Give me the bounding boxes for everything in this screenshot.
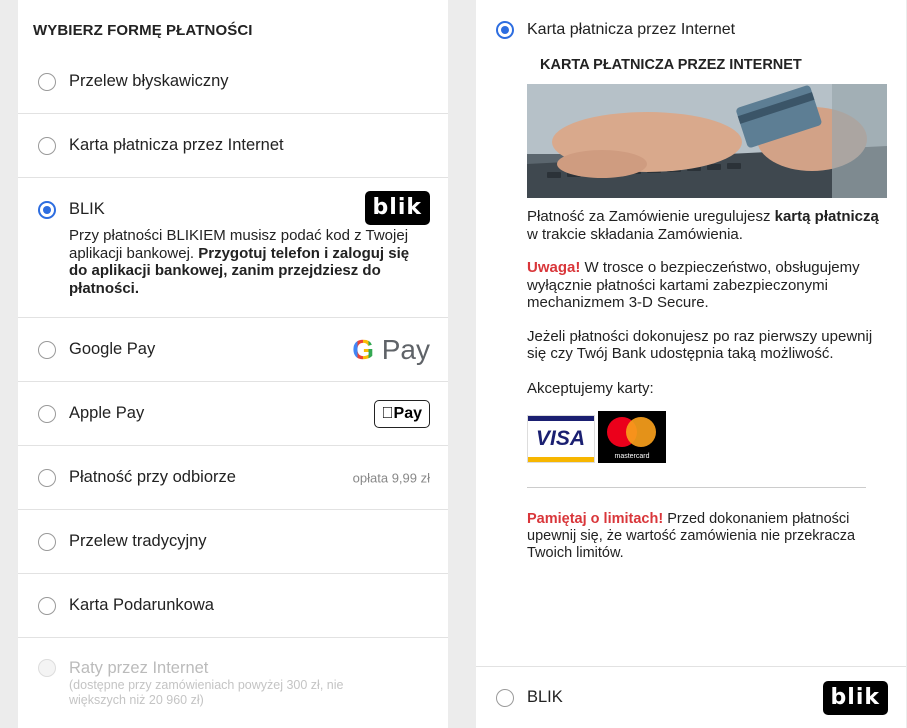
raty-note: (dostępne przy zamówieniach powyżej 300 …: [69, 678, 448, 708]
radio-button[interactable]: [38, 468, 56, 487]
payment-option-label: Karta płatnicza przez Internet: [527, 21, 736, 38]
radio-button-selected[interactable]: [496, 21, 514, 39]
limit-label: Pamiętaj o limitach!: [527, 511, 664, 527]
raty-note-line: (dostępne przy zamówieniach powyżej 300 …: [69, 678, 344, 692]
radio-button[interactable]: [38, 136, 56, 155]
payment-option-label: Apple Pay: [69, 404, 145, 422]
payment-option-label: Raty przez Internet: [69, 658, 209, 677]
hand-with-card-image: [527, 84, 887, 198]
radio-button-selected[interactable]: [38, 200, 56, 219]
cod-fee: opłata 9,99 zł: [352, 470, 430, 485]
card-payment-detail-panel: Karta płatnicza przez Internet KARTA PŁA…: [476, 0, 906, 728]
info-text: w trakcie składania Zamówienia.: [527, 225, 743, 243]
accepted-cards: VISA mastercard: [527, 411, 886, 463]
apple-pay-text: Pay: [393, 404, 422, 422]
payment-option-karta-platnicza[interactable]: Karta płatnicza przez Internet: [18, 114, 448, 178]
divider: [527, 487, 866, 488]
payment-option-label: Przelew tradycyjny: [69, 532, 207, 550]
info-text-bold: kartą płatniczą: [774, 208, 879, 225]
payment-option-label: BLIK: [69, 200, 105, 218]
payment-option-przelew-tradycyjny[interactable]: Przelew tradycyjny: [18, 510, 448, 574]
radio-button[interactable]: [38, 72, 56, 91]
blik-logo-icon: blik: [364, 191, 430, 225]
info-text: Płatność za Zamówienie uregulujesz: [527, 208, 775, 225]
card-payment-photo: [527, 84, 887, 198]
payment-option-label: Karta Podarunkowa: [69, 596, 214, 614]
payment-option-apple-pay[interactable]: Apple Pay Pay: [18, 382, 448, 446]
first-payment-note: Jeżeli płatności dokonujesz po raz pierw…: [527, 327, 873, 363]
security-warning: Uwaga! W trosce o bezpieczeństwo, obsług…: [527, 259, 886, 312]
payment-option-google-pay[interactable]: Google Pay G Pay: [18, 318, 448, 382]
limit-notice: Pamiętaj o limitach! Przed dokonaniem pł…: [527, 511, 886, 562]
mastercard-text: mastercard: [614, 453, 650, 460]
payment-option-label: Płatność przy odbiorze: [69, 468, 236, 486]
card-payment-info: Płatność za Zamówienie uregulujesz kartą…: [527, 208, 886, 243]
payment-option-label: Karta płatnicza przez Internet: [69, 136, 284, 154]
payment-option-karta-podarunkowa[interactable]: Karta Podarunkowa: [18, 574, 448, 638]
radio-button[interactable]: [496, 688, 514, 707]
mastercard-logo-icon: mastercard: [598, 411, 666, 463]
visa-text: VISA: [536, 427, 586, 450]
apple-pay-logo-icon: Pay: [373, 399, 430, 428]
blik-logo-icon: blik: [822, 680, 888, 715]
warning-label: Uwaga!: [527, 259, 581, 276]
visa-logo-icon: VISA: [527, 415, 595, 463]
payment-section-title: WYBIERZ FORMĘ PŁATNOŚCI: [33, 22, 253, 39]
payment-option-blik[interactable]: BLIK blik Przy płatności BLIKIEM musisz …: [18, 178, 448, 318]
radio-button[interactable]: [38, 404, 56, 423]
payment-option-label: Przelew błyskawiczny: [69, 72, 229, 90]
google-pay-text: Pay: [373, 333, 430, 365]
payment-option-przelew-blyskawiczny[interactable]: Przelew błyskawiczny: [18, 50, 448, 114]
payment-method-panel: WYBIERZ FORMĘ PŁATNOŚCI Przelew błyskawi…: [18, 0, 448, 728]
google-pay-logo-icon: G Pay: [352, 334, 430, 366]
payment-option-raty: Raty przez Internet (dostępne przy zamów…: [18, 638, 448, 708]
payment-option-label: BLIK: [527, 688, 563, 706]
radio-button[interactable]: [38, 596, 56, 615]
card-section-title: KARTA PŁATNICZA PRZEZ INTERNET: [540, 57, 802, 73]
radio-button-disabled: [38, 659, 56, 677]
radio-button[interactable]: [38, 532, 56, 551]
payment-option-cod[interactable]: Płatność przy odbiorze opłata 9,99 zł: [18, 446, 448, 510]
google-g-icon: G: [352, 333, 374, 365]
radio-button[interactable]: [38, 340, 56, 359]
payment-option-karta-selected[interactable]: Karta płatnicza przez Internet: [476, 0, 906, 60]
apple-icon: : [382, 405, 394, 422]
payment-option-blik-bottom[interactable]: BLIK blik: [476, 666, 906, 728]
payment-option-label: Google Pay: [69, 340, 156, 358]
raty-note-line: większych niż 20 960 zł): [69, 693, 204, 707]
accepted-cards-label: Akceptujemy karty:: [527, 379, 654, 397]
